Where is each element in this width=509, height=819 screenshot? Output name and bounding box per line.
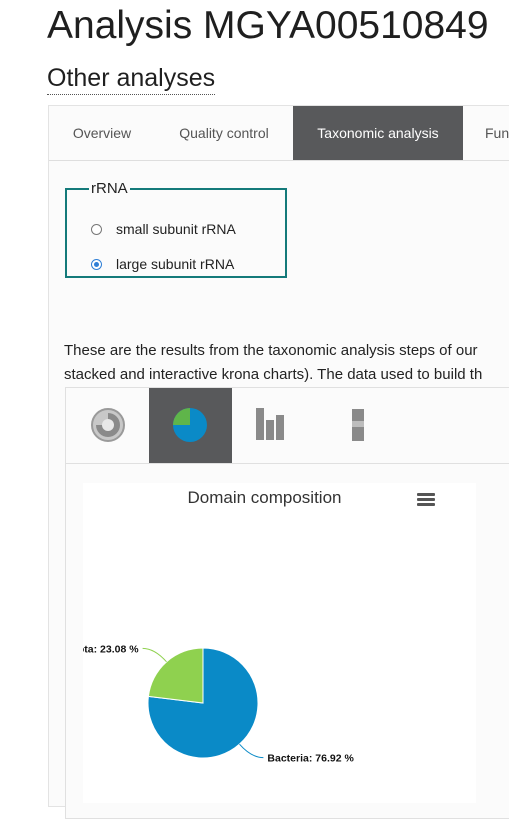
pie-connector-bacteria [239, 743, 264, 759]
krona-view-button[interactable] [66, 388, 149, 463]
pie-slice-eukaryota[interactable] [147, 647, 204, 704]
pie-connector-eukaryota [142, 647, 167, 663]
rrna-selector: rRNA small subunit rRNA large subunit rR… [65, 180, 287, 278]
pie-view-button[interactable] [149, 388, 232, 463]
tab-overview[interactable]: Overview [49, 106, 155, 160]
description-text: These are the results from the taxonomic… [64, 339, 509, 387]
pie-label-eukaryota: Eukaryota: 23.08 % [83, 643, 139, 655]
bar-chart-icon [256, 408, 284, 440]
radio-option-ssu[interactable]: small subunit rRNA [91, 221, 236, 237]
bar-view-button[interactable] [232, 388, 315, 463]
stacked-view-button[interactable] [315, 388, 398, 463]
analysis-panel: Overview Quality control Taxonomic analy… [48, 105, 509, 819]
radio-label-lsu: large subunit rRNA [116, 256, 235, 272]
tab-functional-analysis[interactable]: Fun [463, 106, 509, 160]
chart-container: Domain composition Bacteria: 76.92 %Euka… [65, 387, 509, 819]
krona-chart-icon [91, 408, 125, 442]
chart-view-switcher [66, 388, 509, 464]
pie-label-bacteria: Bacteria: 76.92 % [267, 753, 354, 765]
pie-chart-card: Domain composition Bacteria: 76.92 %Euka… [83, 483, 476, 803]
pie-chart-icon [173, 408, 207, 442]
radio-button-lsu[interactable] [91, 258, 102, 270]
radio-label-ssu: small subunit rRNA [116, 221, 236, 237]
stacked-column-icon [352, 409, 364, 441]
rrna-legend: rRNA [91, 180, 128, 197]
radio-button-ssu[interactable] [91, 223, 102, 235]
other-analyses-link[interactable]: Other analyses [47, 62, 216, 95]
description-line-1: These are the results from the taxonomic… [64, 342, 478, 359]
pie-chart: Bacteria: 76.92 % Eukaryota: 23.08 % [83, 643, 354, 765]
page-title: Analysis MGYA00510849 [47, 4, 489, 47]
radio-option-lsu[interactable]: large subunit rRNA [91, 256, 234, 272]
tab-taxonomic-analysis[interactable]: Taxonomic analysis [293, 106, 463, 160]
description-line-2: stacked and interactive krona charts). T… [64, 366, 483, 383]
tab-bar: Overview Quality control Taxonomic analy… [49, 106, 509, 161]
tab-quality-control[interactable]: Quality control [155, 106, 293, 160]
